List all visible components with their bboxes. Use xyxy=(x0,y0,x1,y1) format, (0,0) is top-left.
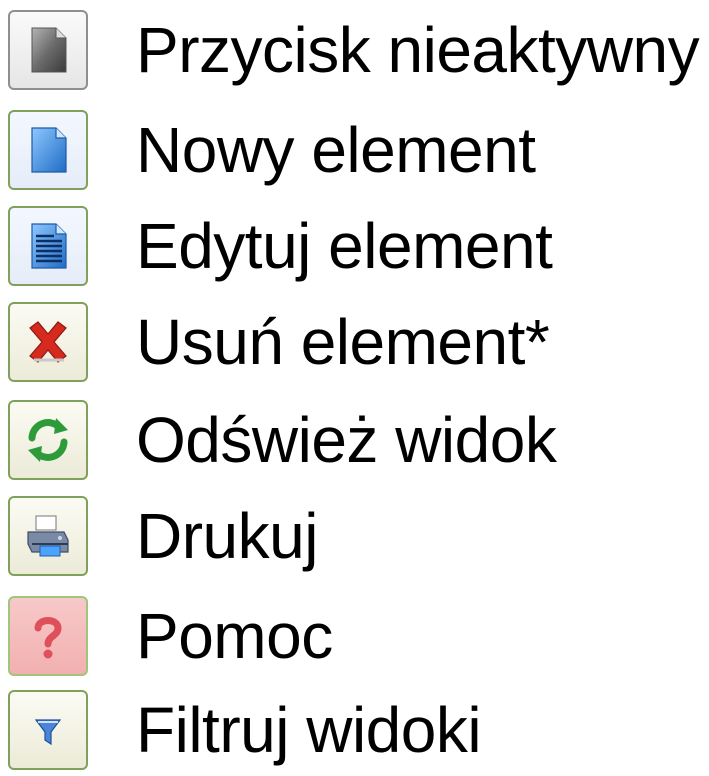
button-legend: Przycisk nieaktywny Nowy element Edytuj … xyxy=(0,0,709,776)
refresh-arrows-icon xyxy=(28,418,68,462)
printer-icon xyxy=(27,515,69,557)
legend-row-refresh: Odśwież widok xyxy=(8,394,708,486)
inactive-button xyxy=(8,10,88,90)
filter-funnel-icon xyxy=(34,719,62,746)
delete-x-icon xyxy=(29,321,67,363)
legend-row-print: Drukuj xyxy=(8,490,708,582)
legend-row-help: Pomoc xyxy=(8,590,708,682)
legend-row-new: Nowy element xyxy=(8,104,708,196)
filter-views-button[interactable] xyxy=(8,690,88,770)
legend-row-inactive: Przycisk nieaktywny xyxy=(8,4,708,96)
legend-label: Drukuj xyxy=(136,500,318,572)
delete-element-button[interactable] xyxy=(8,302,88,382)
legend-label: Edytuj element xyxy=(136,210,553,282)
legend-label: Przycisk nieaktywny xyxy=(136,14,700,86)
help-button[interactable] xyxy=(8,596,88,676)
help-question-icon xyxy=(34,617,62,659)
legend-row-filter: Filtruj widoki xyxy=(8,684,708,776)
legend-label: Usuń element* xyxy=(136,306,550,378)
legend-label: Pomoc xyxy=(136,600,333,672)
inactive-document-icon xyxy=(31,27,67,73)
legend-label: Nowy element xyxy=(136,114,536,186)
edit-element-button[interactable] xyxy=(8,206,88,286)
refresh-view-button[interactable] xyxy=(8,400,88,480)
legend-row-edit: Edytuj element xyxy=(8,200,708,292)
legend-label: Odśwież widok xyxy=(136,404,557,476)
edit-document-icon xyxy=(31,223,67,269)
new-element-button[interactable] xyxy=(8,110,88,190)
print-button[interactable] xyxy=(8,496,88,576)
legend-label: Filtruj widoki xyxy=(136,694,482,766)
legend-row-delete: Usuń element* xyxy=(8,296,708,388)
new-document-icon xyxy=(31,127,67,173)
